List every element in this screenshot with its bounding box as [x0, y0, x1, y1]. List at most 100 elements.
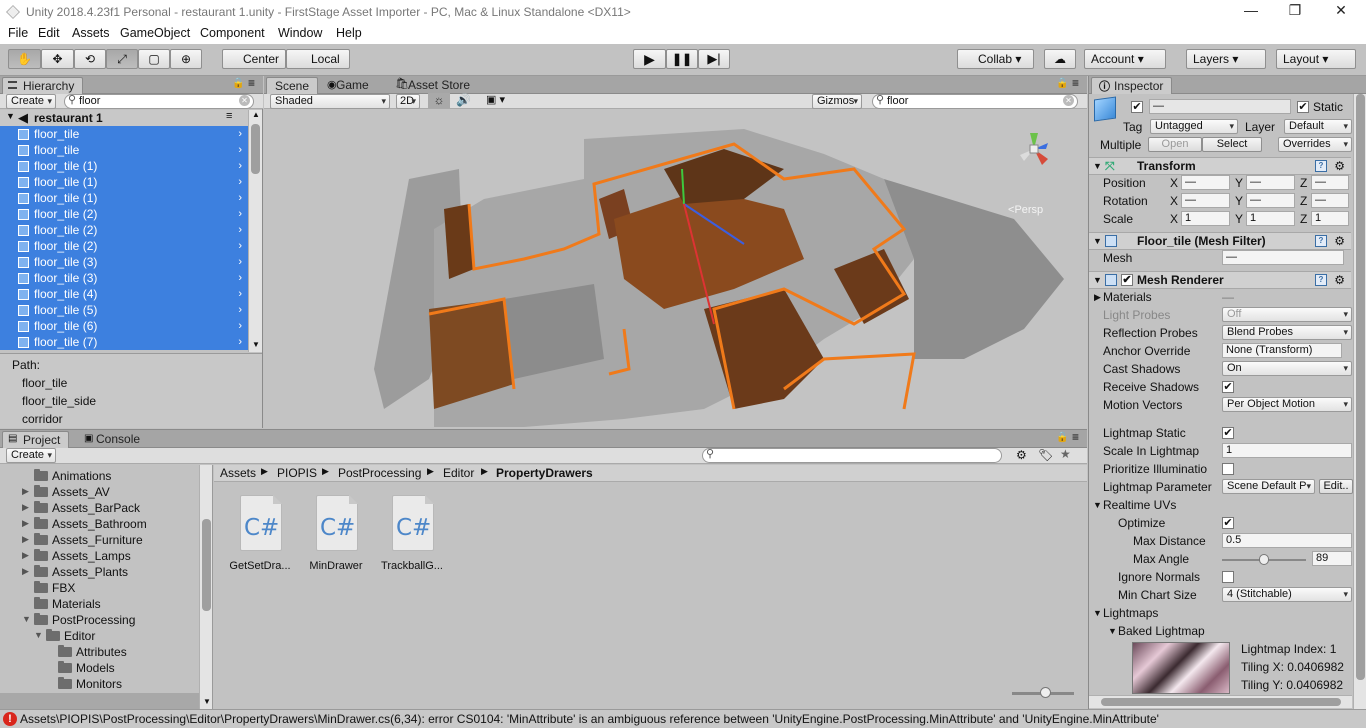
chevron-right-icon[interactable]: › [238, 142, 242, 158]
tab-scene[interactable]: Scene [266, 77, 319, 94]
pivot-center-button[interactable]: Center [222, 49, 286, 69]
transform-x-field[interactable]: — [1181, 193, 1230, 208]
hierarchy-item[interactable]: floor_tile (6) › [0, 318, 248, 334]
rect-tool-icon[interactable]: ▢ [138, 49, 170, 69]
realtime-uvs-label[interactable]: Realtime UVs [1103, 498, 1176, 512]
filter-label-icon[interactable]: 🏷 [1038, 448, 1053, 462]
max-angle-field[interactable]: 89 [1312, 551, 1352, 566]
step-button[interactable]: ▶| [698, 49, 730, 69]
lightmap-static-checkbox[interactable]: ✔ [1222, 427, 1234, 439]
layer-dropdown[interactable]: Default [1284, 119, 1352, 134]
chevron-right-icon[interactable]: › [238, 158, 242, 174]
layout-dropdown[interactable]: Layout ▾ [1276, 49, 1356, 69]
lightmaps-label[interactable]: Lightmaps [1103, 606, 1158, 620]
collapse-arrow-icon[interactable]: ▼ [1093, 608, 1102, 618]
mesh-renderer-row-dropdown[interactable]: On [1222, 361, 1352, 376]
folder-tree-item[interactable]: ▶ Assets_AV [22, 485, 110, 499]
inspector-h-scroll-thumb[interactable] [1101, 698, 1341, 706]
pivot-local-button[interactable]: Local [286, 49, 350, 69]
hierarchy-item[interactable]: floor_tile (2) › [0, 222, 248, 238]
inspector-h-scrollbar[interactable] [1089, 695, 1352, 708]
hierarchy-item[interactable]: floor_tile › [0, 126, 248, 142]
minimize-button[interactable]: — [1228, 2, 1274, 22]
panel-menu-icon[interactable]: ≡ [248, 76, 255, 90]
scene-header-row[interactable]: ◀ restaurant 1 ▼ ≡ [0, 110, 248, 126]
folder-tree-item[interactable]: ▼ Editor [34, 629, 95, 643]
chevron-right-icon[interactable]: › [238, 174, 242, 190]
mesh-renderer-enabled-checkbox[interactable]: ✔ [1121, 274, 1133, 286]
close-button[interactable]: ✕ [1318, 2, 1364, 22]
expand-arrow-icon[interactable]: ▶ [22, 502, 29, 513]
scroll-up-icon[interactable]: ▲ [252, 110, 260, 119]
component-gear-icon[interactable]: ⚙ [1334, 158, 1345, 175]
tag-dropdown[interactable]: Untagged [1150, 119, 1238, 134]
transform-tool-icon[interactable]: ⊕ [170, 49, 202, 69]
status-bar[interactable]: ! Assets\PIOPIS\PostProcessing\Editor\Pr… [0, 709, 1366, 728]
scroll-down-icon[interactable]: ▼ [203, 697, 211, 706]
expand-arrow-icon[interactable]: ▶ [22, 534, 29, 545]
scale-tool-icon[interactable]: ⤢ [106, 49, 138, 69]
menu-assets[interactable]: Assets [72, 26, 110, 40]
min-chart-size-dropdown[interactable]: 4 (Stitchable) [1222, 587, 1352, 602]
collapse-arrow-icon[interactable]: ▼ [1108, 626, 1117, 636]
transform-z-field[interactable]: — [1311, 175, 1349, 190]
receive-shadows-checkbox[interactable]: ✔ [1222, 381, 1234, 393]
breadcrumb-piopis[interactable]: PIOPIS [277, 466, 317, 480]
collapse-arrow-icon[interactable]: ▼ [22, 614, 31, 624]
baked-lightmap-label[interactable]: Baked Lightmap [1118, 624, 1205, 638]
collapse-arrow-icon[interactable]: ▼ [1093, 500, 1102, 510]
expand-arrow-icon[interactable]: ▶ [22, 566, 29, 577]
hierarchy-item[interactable]: floor_tile (1) › [0, 190, 248, 206]
transform-x-field[interactable]: — [1181, 175, 1230, 190]
shading-mode-dropdown[interactable]: Shaded [270, 94, 390, 109]
chevron-right-icon[interactable]: › [238, 206, 242, 222]
max-angle-slider-thumb[interactable] [1259, 554, 1269, 565]
layers-dropdown[interactable]: Layers ▾ [1186, 49, 1266, 69]
folder-tree-item[interactable]: ▶ Assets_Plants [22, 565, 128, 579]
transform-z-field[interactable]: 1 [1311, 211, 1349, 226]
menu-gameobject[interactable]: GameObject [120, 26, 190, 40]
mesh-renderer-row-dropdown[interactable]: Blend Probes [1222, 325, 1352, 340]
chevron-right-icon[interactable]: › [238, 190, 242, 206]
play-button[interactable]: ▶ [633, 49, 666, 69]
file-item[interactable]: C# GetSetDra... [224, 495, 296, 575]
menu-component[interactable]: Component [200, 26, 265, 40]
help-book-icon[interactable]: ? [1315, 235, 1327, 247]
component-gear-icon[interactable]: ⚙ [1334, 272, 1345, 289]
lock-icon[interactable]: 🔒 [1056, 432, 1068, 443]
chevron-right-icon[interactable]: › [238, 254, 242, 270]
hierarchy-item[interactable]: floor_tile (3) › [0, 254, 248, 270]
chevron-right-icon[interactable]: › [238, 318, 242, 334]
folder-tree-item[interactable]: ▶ Assets_BarPack [22, 501, 140, 515]
mesh-renderer-row-dropdown[interactable]: Off [1222, 307, 1352, 322]
scene-menu-icon[interactable]: ≡ [226, 110, 232, 122]
project-create-button[interactable]: Create [6, 448, 56, 463]
persp-label[interactable]: <Persp [1008, 204, 1043, 216]
chevron-right-icon[interactable]: › [238, 334, 242, 350]
collab-dropdown[interactable]: Collab ▾ [957, 49, 1034, 69]
project-search-input[interactable] [702, 448, 1002, 463]
chevron-right-icon[interactable]: › [238, 238, 242, 254]
path-item[interactable]: corridor [22, 412, 63, 426]
maximize-button[interactable]: ❐ [1272, 2, 1318, 22]
favorite-star-icon[interactable]: ★ [1060, 447, 1071, 461]
folder-tree-item[interactable]: Models [58, 661, 115, 675]
expand-arrow-icon[interactable]: ▶ [22, 550, 29, 561]
chevron-right-icon[interactable]: › [238, 270, 242, 286]
mesh-filter-header[interactable]: ▼ Floor_tile (Mesh Filter) ? ⚙ [1089, 232, 1351, 250]
breadcrumb-assets[interactable]: Assets [220, 466, 256, 480]
scene-expand-icon[interactable]: ▼ [6, 111, 15, 121]
path-item[interactable]: floor_tile_side [22, 394, 96, 408]
hierarchy-create-button[interactable]: Create [6, 94, 56, 109]
mesh-renderer-row-dropdown[interactable]: Per Object Motion [1222, 397, 1352, 412]
materials-label[interactable]: Materials [1103, 290, 1152, 304]
file-item[interactable]: C# MinDrawer [300, 495, 372, 575]
breadcrumb-propertydrawers[interactable]: PropertyDrawers [496, 466, 593, 480]
clear-search-icon[interactable]: ✕ [239, 95, 250, 106]
hand-tool-icon[interactable]: ✋ [8, 49, 41, 69]
hierarchy-item[interactable]: floor_tile (2) › [0, 238, 248, 254]
breadcrumb-postprocessing[interactable]: PostProcessing [338, 466, 421, 480]
folder-tree-item[interactable]: FBX [34, 581, 75, 595]
menu-file[interactable]: File [8, 26, 28, 40]
hierarchy-item[interactable]: floor_tile (1) › [0, 174, 248, 190]
